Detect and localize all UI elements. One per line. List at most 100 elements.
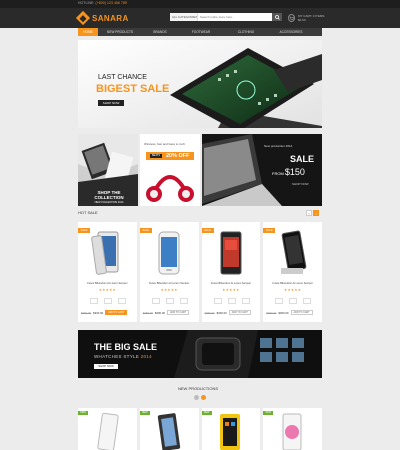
- product-image: [91, 231, 119, 275]
- hero-line1: LAST CHANCE: [98, 74, 147, 81]
- product-image: [220, 231, 241, 275]
- new-price: $300.00: [93, 310, 104, 315]
- product-actions: [90, 298, 126, 304]
- logo-text: SANARA: [92, 13, 129, 23]
- hotline-number: (+800) 123 456 789: [95, 1, 127, 5]
- hotline: HOTLINE: (+800) 123 456 789: [78, 1, 127, 5]
- product-image: [158, 231, 180, 275]
- wishlist-icon[interactable]: [90, 298, 98, 304]
- main-nav: HOME NEW PRODUCTS BRANDS FOOTWEAR CLOTHI…: [78, 28, 322, 36]
- old-price: $350.00: [142, 310, 153, 315]
- carousel-dot[interactable]: [194, 395, 199, 400]
- product-image: [219, 414, 240, 450]
- prev-arrow-icon[interactable]: ‹: [306, 210, 312, 216]
- hot-sale-title: HOT SALE: [78, 210, 98, 215]
- big-sale-banner[interactable]: THE BIG SALE WHATCHES STYLE 2014 SHOP NO…: [78, 330, 322, 378]
- headphones-offer: 20% OFF: [166, 153, 190, 159]
- headphones-tag: BEATS: [150, 154, 162, 158]
- laptop-from: FROM $150: [272, 167, 305, 177]
- laptop-banner[interactable]: New production 2014 SALE FROM $150 SHOP …: [202, 134, 322, 206]
- new-product-card[interactable]: NEW: [139, 408, 199, 450]
- big-sale-subtitle: WHATCHES STYLE 2014: [94, 354, 152, 359]
- carousel-dots: [194, 395, 206, 400]
- price-row: $350.00 $300.00 ADD TO CART: [143, 310, 199, 315]
- product-name[interactable]: Fusce Bibendum At Lorem Semper: [202, 282, 261, 285]
- hero-banner[interactable]: LAST CHANCE BIGEST SALE SHOP NOW: [78, 40, 322, 128]
- big-sale-title: THE BIG SALE: [94, 342, 158, 352]
- product-name[interactable]: Fusce Bibendum At Lorem Semper: [263, 282, 322, 285]
- quickview-icon[interactable]: [303, 298, 312, 304]
- product-card[interactable]: SALE Fusce Bibendum At Lorem Semper ★★★★…: [263, 222, 322, 322]
- hotline-label: HOTLINE:: [78, 1, 95, 5]
- cart-icon: [288, 14, 295, 22]
- laptop-new-label: New production 2014: [264, 144, 293, 148]
- collection-banner[interactable]: SHOP THE COLLECTION NEW COLLECTION 2014: [78, 134, 138, 206]
- wishlist-icon[interactable]: [213, 298, 222, 304]
- price-row: $350.00 $300.00 ADD TO CART: [205, 310, 261, 315]
- next-arrow-icon[interactable]: ›: [313, 210, 319, 216]
- wishlist-icon[interactable]: [275, 298, 284, 304]
- search-icon: [274, 14, 280, 20]
- laptop-sale: SALE: [290, 154, 315, 164]
- search-bar: ALL CATEGORIES: [170, 13, 282, 21]
- nav-accessories[interactable]: ACCESSORIES: [268, 28, 314, 36]
- nav-home[interactable]: HOME: [78, 28, 98, 36]
- product-image: [282, 413, 302, 450]
- hot-sale-products: SALE Fusce Bibendum At Lorem Semper ★★★★…: [78, 222, 322, 322]
- nav-brands[interactable]: BRANDS: [142, 28, 178, 36]
- new-price: $300.00: [278, 310, 289, 315]
- laptop-from-label: FROM: [272, 171, 284, 176]
- new-product-card[interactable]: NEW: [263, 408, 322, 450]
- new-productions-title: NEW PRODUCTIONS: [178, 386, 218, 391]
- compare-icon[interactable]: [165, 298, 174, 304]
- collection-title: SHOP THE COLLECTION: [94, 190, 124, 200]
- add-to-cart-button[interactable]: ADD TO CART: [105, 310, 128, 315]
- search-button[interactable]: [272, 13, 282, 21]
- headphones-banner[interactable]: Wireless, fast and bass to curb BEATS 20…: [140, 134, 200, 206]
- top-bar: HOTLINE: (+800) 123 456 789: [0, 0, 400, 8]
- collection-sub: NEW COLLECTION 2014: [94, 201, 124, 204]
- product-name[interactable]: Fusce Bibendum At Lorem Semper: [140, 282, 199, 285]
- nav-footwear[interactable]: FOOTWEAR: [178, 28, 224, 36]
- nav-clothing[interactable]: CLOTHING: [224, 28, 268, 36]
- product-image: [281, 230, 307, 274]
- category-select[interactable]: ALL CATEGORIES: [170, 13, 198, 21]
- product-card[interactable]: SALE Fusce Bibendum At Lorem Semper ★★★★…: [139, 222, 199, 322]
- quickview-icon[interactable]: [241, 298, 250, 304]
- hero-shop-button[interactable]: SHOP NOW: [98, 100, 124, 106]
- nav-new-products[interactable]: NEW PRODUCTS: [98, 28, 142, 36]
- big-sale-year: 2014: [140, 354, 152, 359]
- header: SANARA ALL CATEGORIES MY CART: 0 ITEMS $…: [0, 8, 400, 28]
- old-price: $350.00: [266, 310, 277, 315]
- product-card[interactable]: SALE Fusce Bibendum At Lorem Semper ★★★★…: [201, 222, 261, 322]
- compare-icon[interactable]: [104, 298, 112, 304]
- wishlist-icon[interactable]: [151, 298, 160, 304]
- logo-icon: [75, 10, 91, 26]
- quickview-icon[interactable]: [118, 298, 126, 304]
- price-row: $350.00 $300.00 ADD TO CART: [81, 310, 137, 315]
- quickview-icon[interactable]: [179, 298, 188, 304]
- price-row: $350.00 $300.00 ADD TO CART: [266, 310, 322, 315]
- product-name[interactable]: Fusce Bibendum At Lorem Semper: [78, 282, 137, 285]
- laptop-shop-link[interactable]: SHOP NOW: [292, 182, 309, 186]
- logo[interactable]: SANARA: [75, 10, 129, 26]
- compare-icon[interactable]: [227, 298, 236, 304]
- product-image: [157, 413, 180, 450]
- new-products-row: NEW NEW NEW NEW: [78, 408, 322, 450]
- search-input[interactable]: [198, 13, 272, 21]
- add-to-cart-button[interactable]: ADD TO CART: [228, 310, 251, 315]
- compare-icon[interactable]: [289, 298, 298, 304]
- product-actions: [213, 298, 250, 304]
- carousel-dot[interactable]: [201, 395, 206, 400]
- add-to-cart-button[interactable]: ADD TO CART: [290, 310, 313, 315]
- new-product-card[interactable]: NEW: [201, 408, 261, 450]
- big-sale-shop-button[interactable]: SHOP NOW: [94, 364, 118, 369]
- hero-line2: BIGEST SALE: [96, 83, 170, 95]
- cart-total: $0.00: [298, 18, 306, 22]
- add-to-cart-button[interactable]: ADD TO CART: [167, 310, 190, 315]
- cart-summary[interactable]: MY CART: 0 ITEMS $0.00: [288, 13, 324, 23]
- product-image: [97, 412, 119, 450]
- rating-stars: ★★★★★: [222, 288, 240, 292]
- new-product-card[interactable]: NEW: [78, 408, 137, 450]
- product-card[interactable]: SALE Fusce Bibendum At Lorem Semper ★★★★…: [78, 222, 137, 322]
